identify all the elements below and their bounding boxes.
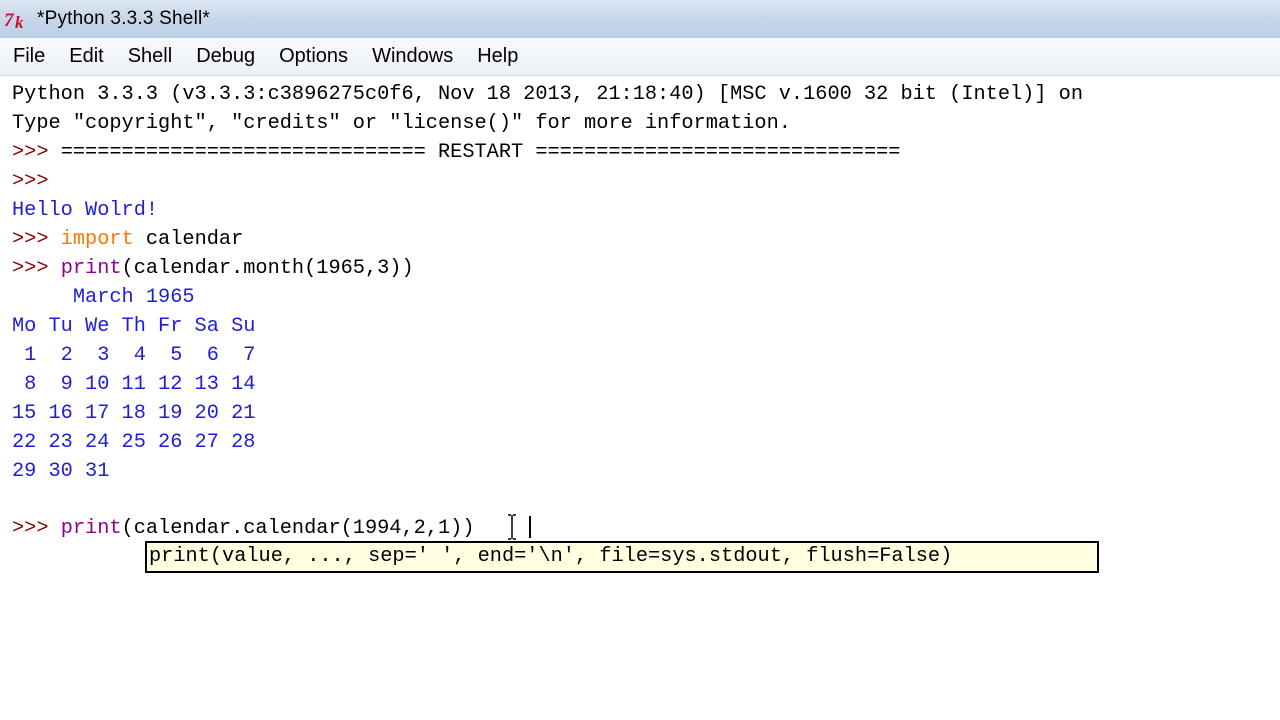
calendar-header: Mo Tu We Th Fr Sa Su (12, 315, 256, 338)
svg-text:k: k (15, 13, 24, 31)
ibeam-cursor-icon (508, 514, 516, 540)
print-month-args: (calendar.month(1965,3)) (121, 257, 414, 280)
menu-file[interactable]: File (0, 38, 57, 75)
prompt: >>> (12, 257, 61, 280)
import-line: >>> import calendar (12, 225, 243, 254)
text-caret (529, 516, 531, 538)
calendar-title: March 1965 (12, 286, 195, 309)
calltip-tooltip: print(value, ..., sep=' ', end='\n', fil… (145, 541, 1099, 573)
calendar-week-5: 29 30 31 (12, 460, 110, 483)
empty-prompt: >>> (12, 170, 61, 193)
calendar-week-1: 1 2 3 4 5 6 7 (12, 344, 256, 367)
title-bar[interactable]: 7 k *Python 3.3.3 Shell* (0, 0, 1280, 38)
menu-edit[interactable]: Edit (57, 38, 115, 75)
prompt: >>> (12, 141, 61, 164)
menu-bar: File Edit Shell Debug Options Windows He… (0, 38, 1280, 76)
import-module: calendar (133, 228, 244, 251)
hello-output: Hello Wolrd! (12, 199, 159, 222)
print-month-line: >>> print(calendar.month(1965,3)) (12, 254, 414, 283)
calendar-week-4: 22 23 24 25 26 27 28 (12, 431, 256, 454)
banner-line-1: Python 3.3.3 (v3.3.3:c3896275c0f6, Nov 1… (12, 83, 1084, 106)
svg-text:7: 7 (4, 10, 15, 31)
menu-help[interactable]: Help (465, 38, 530, 75)
menu-windows[interactable]: Windows (360, 38, 465, 75)
menu-debug[interactable]: Debug (184, 38, 267, 75)
print-builtin: print (60, 517, 122, 540)
tk-icon: 7 k (3, 4, 33, 34)
import-keyword: import (60, 228, 134, 251)
calendar-week-3: 15 16 17 18 19 20 21 (12, 402, 256, 425)
calendar-week-2: 8 9 10 11 12 13 14 (12, 373, 256, 396)
menu-shell[interactable]: Shell (116, 38, 184, 75)
prompt: >>> (12, 228, 61, 251)
window-title: *Python 3.3.3 Shell* (37, 8, 211, 29)
prompt: >>> (12, 517, 61, 540)
menu-options[interactable]: Options (267, 38, 360, 75)
print-builtin: print (60, 257, 122, 280)
restart-marker: ============================== RESTART =… (60, 141, 901, 164)
idle-shell-window: 7 k *Python 3.3.3 Shell* File Edit Shell… (0, 0, 1280, 720)
current-input-line[interactable]: >>> print(calendar.calendar(1994,2,1)) (12, 514, 475, 543)
restart-line: >>> ============================== RESTA… (12, 138, 900, 167)
current-input-args[interactable]: (calendar.calendar(1994,2,1)) (122, 517, 475, 540)
shell-text-area[interactable]: Python 3.3.3 (v3.3.3:c3896275c0f6, Nov 1… (0, 76, 1280, 720)
banner-line-2: Type "copyright", "credits" or "license(… (12, 112, 791, 135)
